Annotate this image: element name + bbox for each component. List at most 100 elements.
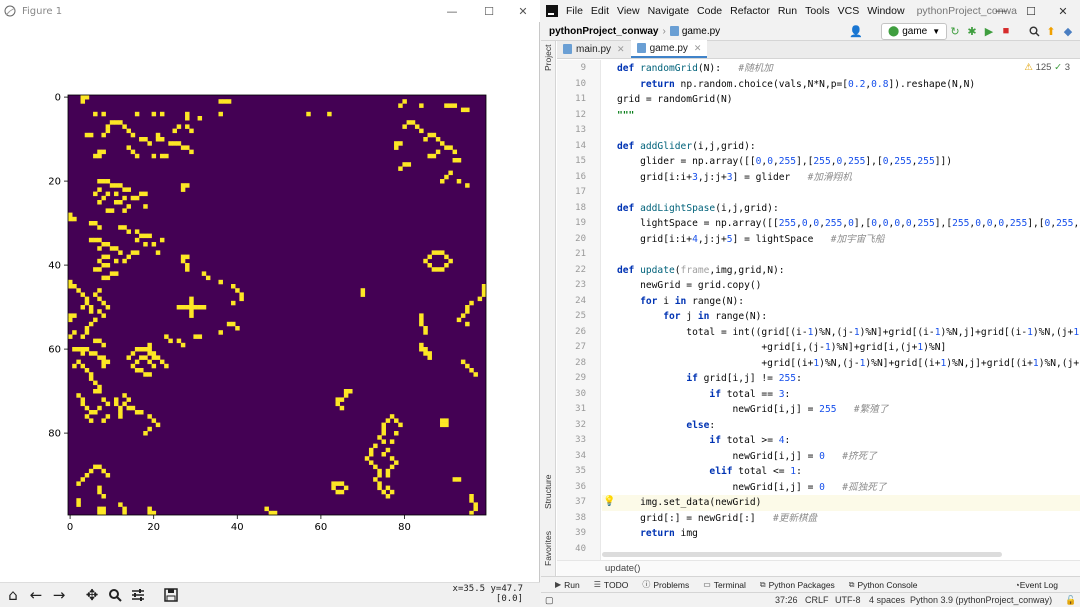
nav-project[interactable]: pythonProject_conway xyxy=(549,26,658,37)
code-line[interactable]: else: xyxy=(617,418,715,434)
code-line[interactable]: newGrid[i,j] = 0 #孤独死了 xyxy=(617,480,887,496)
code-line[interactable]: for i in range(N): xyxy=(617,294,744,310)
code-line[interactable]: if grid[i,j] != 255: xyxy=(617,371,802,387)
run-tool-button[interactable]: ▶ Run xyxy=(555,580,580,590)
alive-cell xyxy=(72,284,77,289)
save-icon[interactable] xyxy=(161,585,181,605)
lightbulb-icon[interactable]: 💡 xyxy=(603,496,615,507)
menu-edit[interactable]: Edit xyxy=(591,5,609,17)
menu-window[interactable]: Window xyxy=(867,5,904,17)
code-line[interactable]: return np.random.choice(vals,N*N,p=[0.2,… xyxy=(617,77,975,93)
close-tab-icon[interactable]: ✕ xyxy=(617,44,625,55)
alive-cell xyxy=(101,342,106,348)
code-line[interactable]: newGrid[i,j] = 255 #繁殖了 xyxy=(617,402,889,418)
status-toggle-icon[interactable]: ▢ xyxy=(545,595,554,606)
file-encoding[interactable]: UTF-8 xyxy=(835,595,861,605)
menu-view[interactable]: View xyxy=(617,5,640,17)
rerun-icon[interactable]: ↻ xyxy=(948,24,962,38)
code-line[interactable]: if total >= 4: xyxy=(617,433,790,449)
figure-canvas[interactable]: 0 20 40 60 80 0 20 40 60 80 xyxy=(0,22,540,582)
tab-game-py[interactable]: game.py ✕ xyxy=(630,40,708,58)
run-config-select[interactable]: ⬤ game ▼ xyxy=(881,23,948,40)
code-line[interactable]: img.set_data(newGrid) xyxy=(602,495,1080,511)
menu-refactor[interactable]: Refactor xyxy=(730,5,770,17)
code-line[interactable]: glider = np.array([[0,0,255],[255,0,255]… xyxy=(617,154,952,170)
nav-file[interactable]: game.py xyxy=(682,26,720,37)
menu-file[interactable]: File xyxy=(566,5,583,17)
code-line[interactable]: def addLightSpase(i,j,grid): xyxy=(617,201,779,217)
code-line[interactable]: +grid[(i+1)%N,(j-1)%N]+grid[(i+1)%N,j]+g… xyxy=(617,356,1080,372)
ide-maximize-button[interactable]: ☐ xyxy=(1016,0,1046,22)
jetbrains-icon[interactable]: ◆ xyxy=(1061,24,1075,38)
menu-vcs[interactable]: VCS xyxy=(838,5,860,17)
terminal-tool-button[interactable]: ▭ Terminal xyxy=(703,580,746,590)
favorites-tool-tab[interactable]: Favorites xyxy=(543,531,553,566)
python-interpreter[interactable]: Python 3.9 (pythonProject_conway) xyxy=(910,595,1052,605)
line-number: 33 xyxy=(575,435,586,445)
code-line[interactable]: grid = randomGrid(N) xyxy=(617,92,733,108)
alive-cell xyxy=(435,250,441,255)
menu-code[interactable]: Code xyxy=(697,5,722,17)
todo-tool-button[interactable]: ☰ TODO xyxy=(594,580,629,590)
code-line[interactable]: grid[:] = newGrid[:] #更新棋盘 xyxy=(617,511,817,527)
caret-position[interactable]: 37:26 xyxy=(775,595,798,605)
alive-cell xyxy=(385,418,391,423)
ide-close-button[interactable]: ✕ xyxy=(1048,0,1078,22)
alive-cell xyxy=(465,305,470,310)
debug-icon[interactable]: ✱ xyxy=(965,24,979,38)
inspection-widget[interactable]: ⚠ 125 ✓ 3 xyxy=(1024,62,1070,73)
coverage-icon[interactable]: ▶ xyxy=(982,24,996,38)
code-line[interactable]: elif total <= 1: xyxy=(617,464,801,480)
menu-run[interactable]: Run xyxy=(778,5,797,17)
code-line[interactable]: +grid[i,(j-1)%N]+grid[i,(j+1)%N] xyxy=(617,340,946,356)
code-line[interactable]: lightSpace = np.array([[255,0,0,255,0],[… xyxy=(617,216,1080,232)
alive-cell xyxy=(105,242,111,247)
code-line[interactable]: grid[i:i+4,j:j+5] = lightSpace #加宇宙飞船 xyxy=(617,232,884,248)
user-icon[interactable]: 👤 xyxy=(849,24,863,38)
horizontal-scrollbar[interactable] xyxy=(602,552,1002,557)
code-line[interactable]: def update(frame,img,grid,N): xyxy=(617,263,785,279)
forward-icon[interactable]: → xyxy=(49,585,69,605)
zoom-icon[interactable] xyxy=(105,585,125,605)
back-icon[interactable]: ← xyxy=(26,585,46,605)
minimize-button[interactable]: — xyxy=(435,0,469,22)
code-line[interactable]: for j in range(N): xyxy=(617,309,767,325)
code-editor[interactable]: 9 10 11 12 13 14 15 16 17 18 19 20 21 22 23 24 25 26 27 28 2… xyxy=(557,60,1080,560)
indent-setting[interactable]: 4 spaces xyxy=(869,595,905,605)
python-packages-tool-button[interactable]: ⧉ Python Packages xyxy=(760,580,835,590)
close-tab-icon[interactable]: ✕ xyxy=(694,43,702,54)
alive-cell xyxy=(134,195,140,201)
update-icon[interactable]: ⬆ xyxy=(1044,24,1058,38)
problems-tool-button[interactable]: ⓘ Problems xyxy=(642,579,689,590)
code-line[interactable]: total = int((grid[(i-1)%N,(j-1)%N]+grid[… xyxy=(617,325,1080,341)
lock-icon[interactable]: 🔓 xyxy=(1065,595,1076,606)
line-separator[interactable]: CRLF xyxy=(805,595,829,605)
structure-tool-tab[interactable]: Structure xyxy=(543,475,553,510)
configure-icon[interactable] xyxy=(128,585,148,605)
code-line[interactable]: return img xyxy=(617,526,698,542)
close-button[interactable]: ✕ xyxy=(506,0,540,22)
home-icon[interactable]: ⌂ xyxy=(3,585,23,605)
event-log-button[interactable]: ◔ Event Log xyxy=(1015,580,1058,590)
code-line[interactable]: if total == 3: xyxy=(617,387,790,403)
stop-icon[interactable]: ■ xyxy=(999,24,1013,38)
alive-cell xyxy=(80,347,86,352)
alive-cell xyxy=(460,107,466,113)
code-line[interactable]: newGrid = grid.copy() xyxy=(617,278,761,294)
code-line[interactable]: newGrid[i,j] = 0 #挤死了 xyxy=(617,449,877,465)
code-line[interactable]: """ xyxy=(617,108,634,124)
alive-cell xyxy=(97,338,102,344)
ide-minimize-button[interactable]: — xyxy=(986,0,1016,22)
pan-icon[interactable]: ✥ xyxy=(82,585,102,605)
project-tool-tab[interactable]: Project xyxy=(543,45,553,71)
editor-breadcrumb[interactable]: update() xyxy=(557,560,1080,576)
menu-navigate[interactable]: Navigate xyxy=(648,5,689,17)
menu-tools[interactable]: Tools xyxy=(805,5,830,17)
code-line[interactable]: grid[i:i+3,j:j+3] = glider #加滑翔机 xyxy=(617,170,852,186)
tab-main-py[interactable]: main.py ✕ xyxy=(557,40,631,58)
search-icon[interactable] xyxy=(1027,24,1041,38)
python-console-tool-button[interactable]: ⧉ Python Console xyxy=(849,580,918,590)
code-line[interactable]: def addGlider(i,j,grid): xyxy=(617,139,756,155)
maximize-button[interactable]: ☐ xyxy=(472,0,506,22)
code-line[interactable]: def randomGrid(N): #随机加 xyxy=(617,61,773,77)
